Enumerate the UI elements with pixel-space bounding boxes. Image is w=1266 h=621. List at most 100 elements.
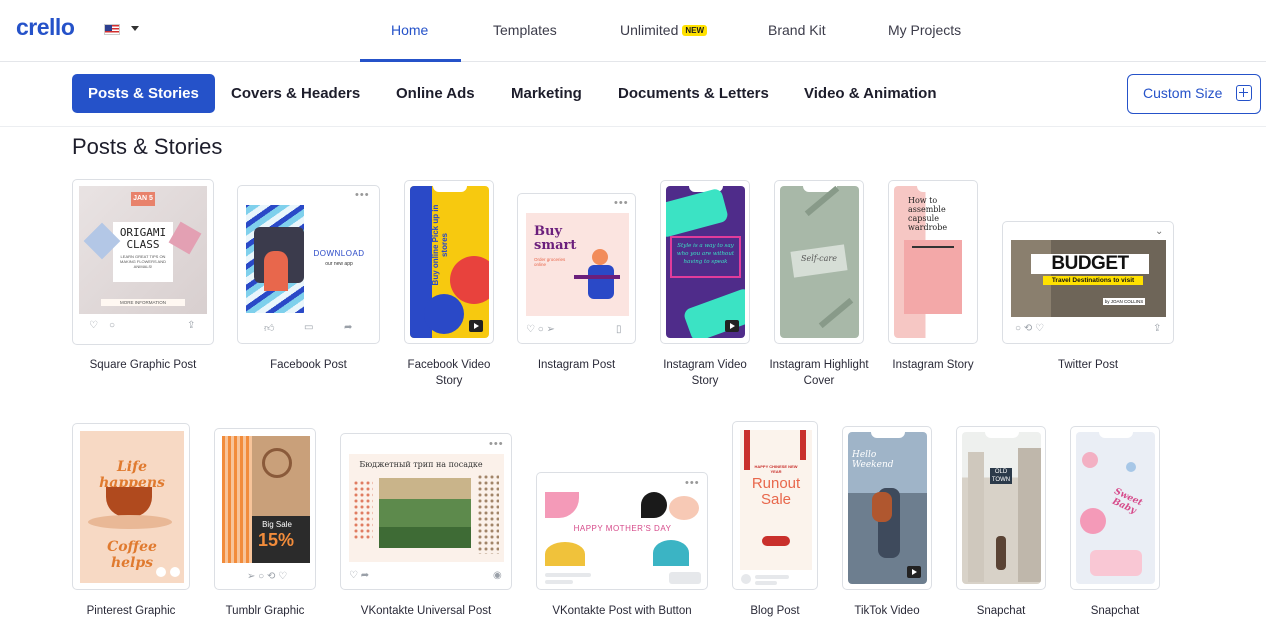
plus-square-icon bbox=[1236, 85, 1252, 101]
flower-shape bbox=[653, 540, 689, 566]
template-thumbnail: HAPPY MOTHER'S DAY bbox=[545, 492, 700, 566]
template-thumbnail: OLD TOWN bbox=[962, 432, 1041, 584]
placeholder-line bbox=[545, 580, 573, 584]
dots-pattern bbox=[353, 480, 373, 540]
leaf-shape bbox=[641, 492, 667, 518]
comment-icon: ▭ bbox=[304, 322, 314, 333]
format-label[interactable]: Square Graphic Post bbox=[72, 357, 214, 373]
format-label[interactable]: VKontakte Universal Post bbox=[340, 603, 512, 619]
comment-icon: ○ bbox=[109, 320, 116, 331]
format-card-instagram-story[interactable]: How to assemble capsule wardrobe bbox=[888, 180, 978, 344]
thumb-sub: LEARN GREAT TIPS ON MAKING FLOWERS AND A… bbox=[119, 254, 166, 269]
hand-shape bbox=[264, 251, 288, 291]
nav-brand-kit[interactable]: Brand Kit bbox=[768, 22, 826, 38]
format-card-snapchat[interactable]: OLD TOWN bbox=[956, 426, 1046, 590]
chevron-down-icon: ⌄ bbox=[1155, 226, 1164, 237]
template-thumbnail: Buy smart Order groceries online bbox=[526, 213, 629, 316]
format-card-twitter-post[interactable]: ⌄ BUDGET Travel Destinations to visit by… bbox=[1002, 221, 1174, 344]
format-card-pinterest-graphic[interactable]: Life happens Coffee helps bbox=[72, 423, 190, 590]
post-button-placeholder bbox=[669, 572, 701, 584]
format-label[interactable]: Snapchat bbox=[1060, 603, 1170, 619]
format-label[interactable]: Instagram Video Story bbox=[650, 357, 760, 389]
nav-unlimited-label: Unlimited bbox=[620, 22, 679, 38]
dot bbox=[156, 567, 166, 577]
format-label[interactable]: Blog Post bbox=[722, 603, 828, 619]
thumb-title: Buy smart bbox=[534, 224, 577, 253]
format-label[interactable]: VKontakte Post with Button bbox=[536, 603, 708, 619]
custom-size-button[interactable]: Custom Size bbox=[1127, 74, 1261, 114]
phone-notch bbox=[871, 432, 905, 438]
chevron-down-icon[interactable] bbox=[131, 26, 139, 31]
category-posts-stories[interactable]: Posts & Stories bbox=[72, 74, 215, 113]
nav-my-projects[interactable]: My Projects bbox=[888, 22, 961, 38]
thumb-sub: Order groceries online bbox=[534, 257, 566, 267]
flower-shape bbox=[545, 492, 579, 518]
nav-templates[interactable]: Templates bbox=[493, 22, 557, 38]
format-card-tumblr-graphic[interactable]: Big Sale 15% ➢ ○ ⟲ ♡ bbox=[214, 428, 316, 590]
thumb-footer: MORE INFORMATION bbox=[101, 299, 185, 306]
glasses-shape bbox=[262, 448, 292, 478]
category-marketing[interactable]: Marketing bbox=[511, 74, 582, 113]
more-dots-icon: ••• bbox=[614, 197, 629, 209]
nav-home[interactable]: Home bbox=[391, 22, 428, 38]
play-icon bbox=[725, 320, 739, 332]
format-card-instagram-post[interactable]: ••• Buy smart Order groceries online ♡ ○… bbox=[517, 193, 636, 344]
category-covers-headers[interactable]: Covers & Headers bbox=[231, 74, 360, 113]
format-label[interactable]: Instagram Highlight Cover bbox=[764, 357, 874, 389]
format-card-blog-post[interactable]: HAPPY CHINESE NEW YEAR Runout Sale bbox=[732, 421, 818, 590]
couple-shape bbox=[872, 492, 892, 522]
template-thumbnail: HAPPY CHINESE NEW YEAR Runout Sale bbox=[740, 430, 812, 570]
format-label[interactable]: Instagram Post bbox=[517, 357, 636, 373]
format-label[interactable]: Twitter Post bbox=[1002, 357, 1174, 373]
template-thumbnail: JAN 5 ORIGAMI CLASS LEARN GREAT TIPS ON … bbox=[79, 186, 207, 314]
format-label[interactable]: Tumblr Graphic bbox=[214, 603, 316, 619]
lantern-shape bbox=[800, 430, 806, 460]
new-badge: NEW bbox=[682, 25, 708, 36]
format-label[interactable]: Facebook Video Story bbox=[394, 357, 504, 389]
thumb-sub: HAPPY CHINESE NEW YEAR bbox=[754, 464, 798, 474]
thumb-sub: our new app bbox=[325, 261, 353, 267]
format-card-facebook-post[interactable]: ••• DOWNLOAD our new app 👍︎ ▭ ➦ bbox=[237, 185, 380, 344]
format-card-vkontakte-post-with-button[interactable]: ••• HAPPY MOTHER'S DAY bbox=[536, 472, 708, 590]
circle-shape bbox=[424, 294, 464, 334]
more-dots-icon: ••• bbox=[355, 189, 370, 201]
format-card-vkontakte-universal-post[interactable]: ••• Бюджетный трип на посадке ♡ ➦ ◉ bbox=[340, 433, 512, 590]
template-thumbnail: DOWNLOAD our new app bbox=[246, 205, 373, 313]
nav-unlimited[interactable]: Unlimited NEW bbox=[620, 22, 708, 38]
format-label[interactable]: Snapchat bbox=[946, 603, 1056, 619]
format-card-facebook-video-story[interactable]: Buy online Pick up in stores bbox=[404, 180, 494, 344]
placeholder-line bbox=[755, 581, 777, 585]
phone-notch bbox=[1099, 432, 1133, 438]
category-documents-letters[interactable]: Documents & Letters bbox=[618, 74, 769, 113]
crello-logo[interactable]: crello bbox=[16, 14, 75, 41]
category-online-ads[interactable]: Online Ads bbox=[396, 74, 475, 113]
thumb-title: Big Sale bbox=[262, 520, 292, 529]
format-card-instagram-highlight-cover[interactable]: Self-care bbox=[774, 180, 864, 344]
format-card-square-graphic-post[interactable]: JAN 5 ORIGAMI CLASS LEARN GREAT TIPS ON … bbox=[72, 179, 214, 345]
play-icon bbox=[907, 566, 921, 578]
thumb-title: Runout Sale bbox=[751, 475, 801, 508]
format-card-snapchat[interactable]: Sweet Baby bbox=[1070, 426, 1160, 590]
template-thumbnail: Sweet Baby bbox=[1076, 432, 1155, 584]
category-bar: Posts & Stories Covers & Headers Online … bbox=[0, 63, 1266, 127]
phone-notch bbox=[985, 432, 1019, 438]
category-video-animation[interactable]: Video & Animation bbox=[804, 74, 937, 113]
format-label[interactable]: TikTok Video bbox=[832, 603, 942, 619]
flower-shape bbox=[669, 496, 699, 520]
active-tab-indicator bbox=[360, 59, 461, 62]
thumb-title2: CLASS bbox=[126, 238, 160, 251]
format-card-instagram-video-story[interactable]: Style is a way to say who you are withou… bbox=[660, 180, 750, 344]
heart-icon: ♡ ○ ➢ bbox=[526, 324, 555, 335]
rack-shape bbox=[912, 246, 954, 248]
thumb-title: HAPPY MOTHER'S DAY bbox=[573, 524, 672, 533]
format-label[interactable]: Facebook Post bbox=[237, 357, 380, 373]
dot bbox=[170, 567, 180, 577]
hand-shape bbox=[88, 515, 172, 529]
format-label[interactable]: Pinterest Graphic bbox=[72, 603, 190, 619]
format-label[interactable]: Instagram Story bbox=[878, 357, 988, 373]
heart-icon: ♡ bbox=[89, 320, 98, 331]
tumblr-action-icons: ➢ ○ ⟲ ♡ bbox=[247, 571, 288, 582]
format-card-tiktok-video[interactable]: Hello Weekend bbox=[842, 426, 932, 590]
thumb-date: JAN 5 bbox=[131, 192, 155, 206]
us-flag-icon[interactable] bbox=[104, 24, 120, 35]
